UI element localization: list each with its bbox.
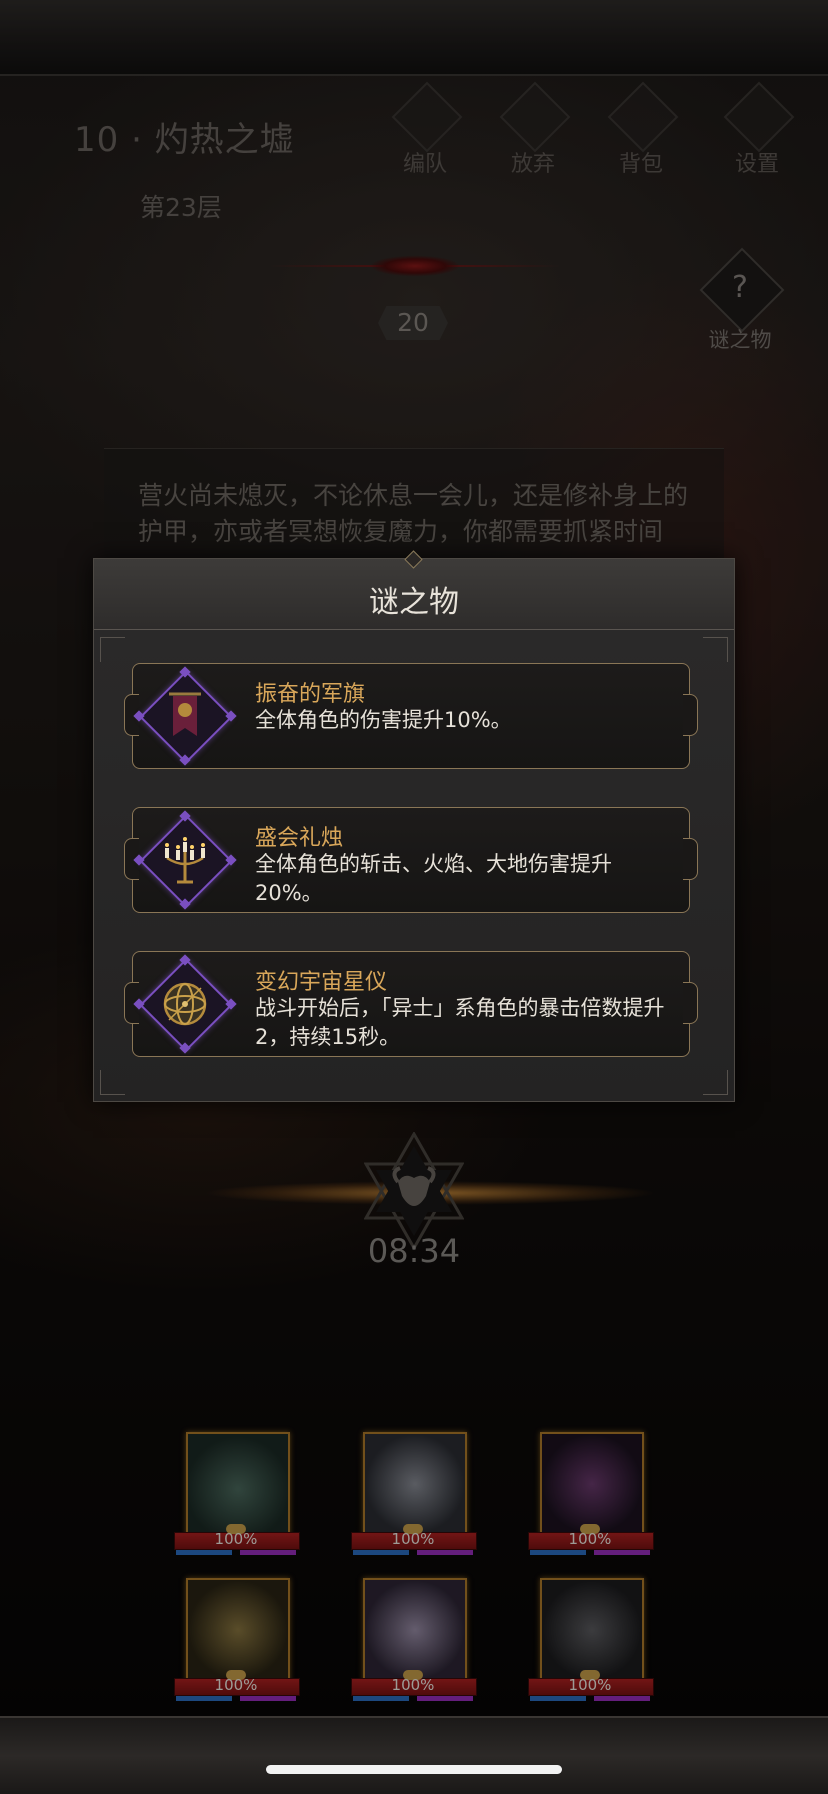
- home-indicator[interactable]: [266, 1765, 562, 1774]
- candelabra-icon: [133, 810, 237, 910]
- bottom-ornament-bar: [0, 1716, 828, 1794]
- item-name: 变幻宇宙星仪: [255, 970, 388, 995]
- item-name: 振奋的军旗: [255, 682, 366, 707]
- mystery-items-modal: 谜之物 振奋的军旗 全体角色的伤害提升10%。 盛会礼烛 全体角色的斩击、火焰、…: [93, 550, 735, 1102]
- mystery-item[interactable]: 变幻宇宙星仪 战斗开始后，「异士」系角色的暴击倍数提升2，持续15秒。: [124, 951, 698, 1057]
- armillary-sphere-icon: [133, 954, 237, 1054]
- item-description: 全体角色的斩击、火焰、大地伤害提升20%。: [255, 852, 612, 905]
- item-description: 全体角色的伤害提升10%。: [255, 708, 512, 732]
- mystery-item[interactable]: 振奋的军旗 全体角色的伤害提升10%。: [124, 663, 698, 769]
- war-banner-icon: [133, 666, 237, 766]
- modal-title: 谜之物: [369, 585, 459, 620]
- modal-header: 谜之物: [94, 550, 734, 630]
- item-name: 盛会礼烛: [255, 826, 344, 851]
- item-description: 战斗开始后，「异士」系角色的暴击倍数提升2，持续15秒。: [255, 996, 665, 1049]
- mystery-item[interactable]: 盛会礼烛 全体角色的斩击、火焰、大地伤害提升20%。: [124, 807, 698, 913]
